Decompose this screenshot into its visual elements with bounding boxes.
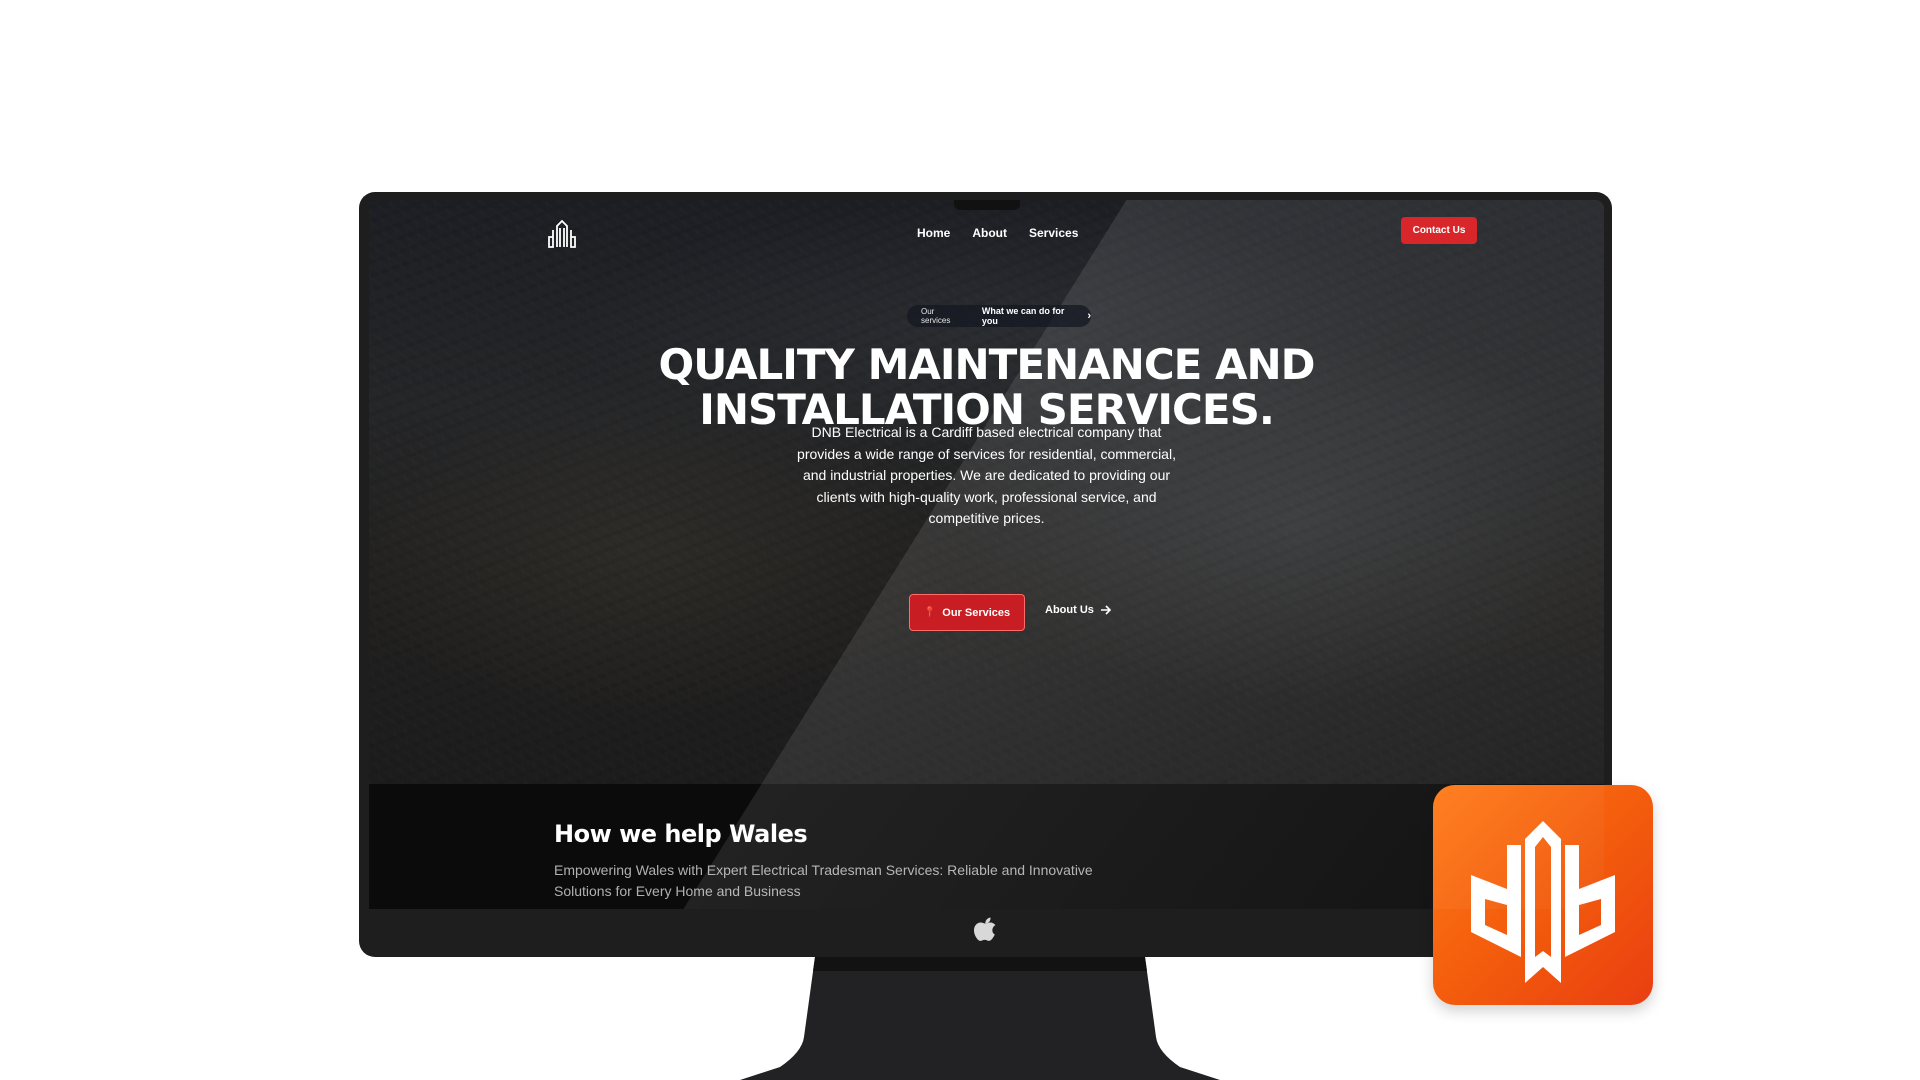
how-we-help-section: How we help Wales Empowering Wales with … [369, 784, 1604, 909]
dnb-logo-icon[interactable] [546, 218, 578, 250]
monitor-frame: Home About Services Contact Us Our servi… [359, 192, 1612, 957]
our-services-button[interactable]: 📍 Our Services [909, 594, 1025, 631]
hero-headline: QUALITY MAINTENANCE AND INSTALLATION SER… [369, 342, 1604, 432]
arrow-right-icon [1100, 605, 1112, 615]
hero-intro-text: DNB Electrical is a Cardiff based electr… [797, 424, 1176, 526]
hero-section: Home About Services Contact Us Our servi… [369, 200, 1604, 784]
dnb-app-icon [1433, 785, 1653, 1005]
section-title: How we help Wales [554, 820, 808, 848]
chevron-right-icon: › [1087, 310, 1091, 322]
our-services-label: Our Services [942, 606, 1011, 619]
nav-link-about[interactable]: About [972, 226, 1007, 240]
section-subtitle: Empowering Wales with Expert Electrical … [554, 862, 1093, 899]
nav-link-services[interactable]: Services [1029, 226, 1078, 240]
dnb-logo-mark-icon [1471, 821, 1615, 983]
nav-links: Home About Services [917, 226, 1078, 240]
camera-notch [953, 200, 1020, 210]
map-pin-icon: 📍 [923, 607, 937, 618]
nav-link-home[interactable]: Home [917, 226, 950, 240]
services-announcement-pill[interactable]: Our services What we can do for you › [907, 305, 1091, 327]
monitor-stand [740, 957, 1220, 1080]
apple-logo-icon [973, 917, 995, 941]
website-screen: Home About Services Contact Us Our servi… [369, 200, 1604, 909]
about-us-link[interactable]: About Us [1045, 604, 1112, 616]
contact-us-button[interactable]: Contact Us [1401, 217, 1477, 244]
about-us-label: About Us [1045, 604, 1094, 616]
pill-text: What we can do for you [981, 306, 1065, 326]
pill-tag: Our services [921, 307, 951, 325]
headline-line-1: QUALITY MAINTENANCE AND [658, 340, 1316, 389]
